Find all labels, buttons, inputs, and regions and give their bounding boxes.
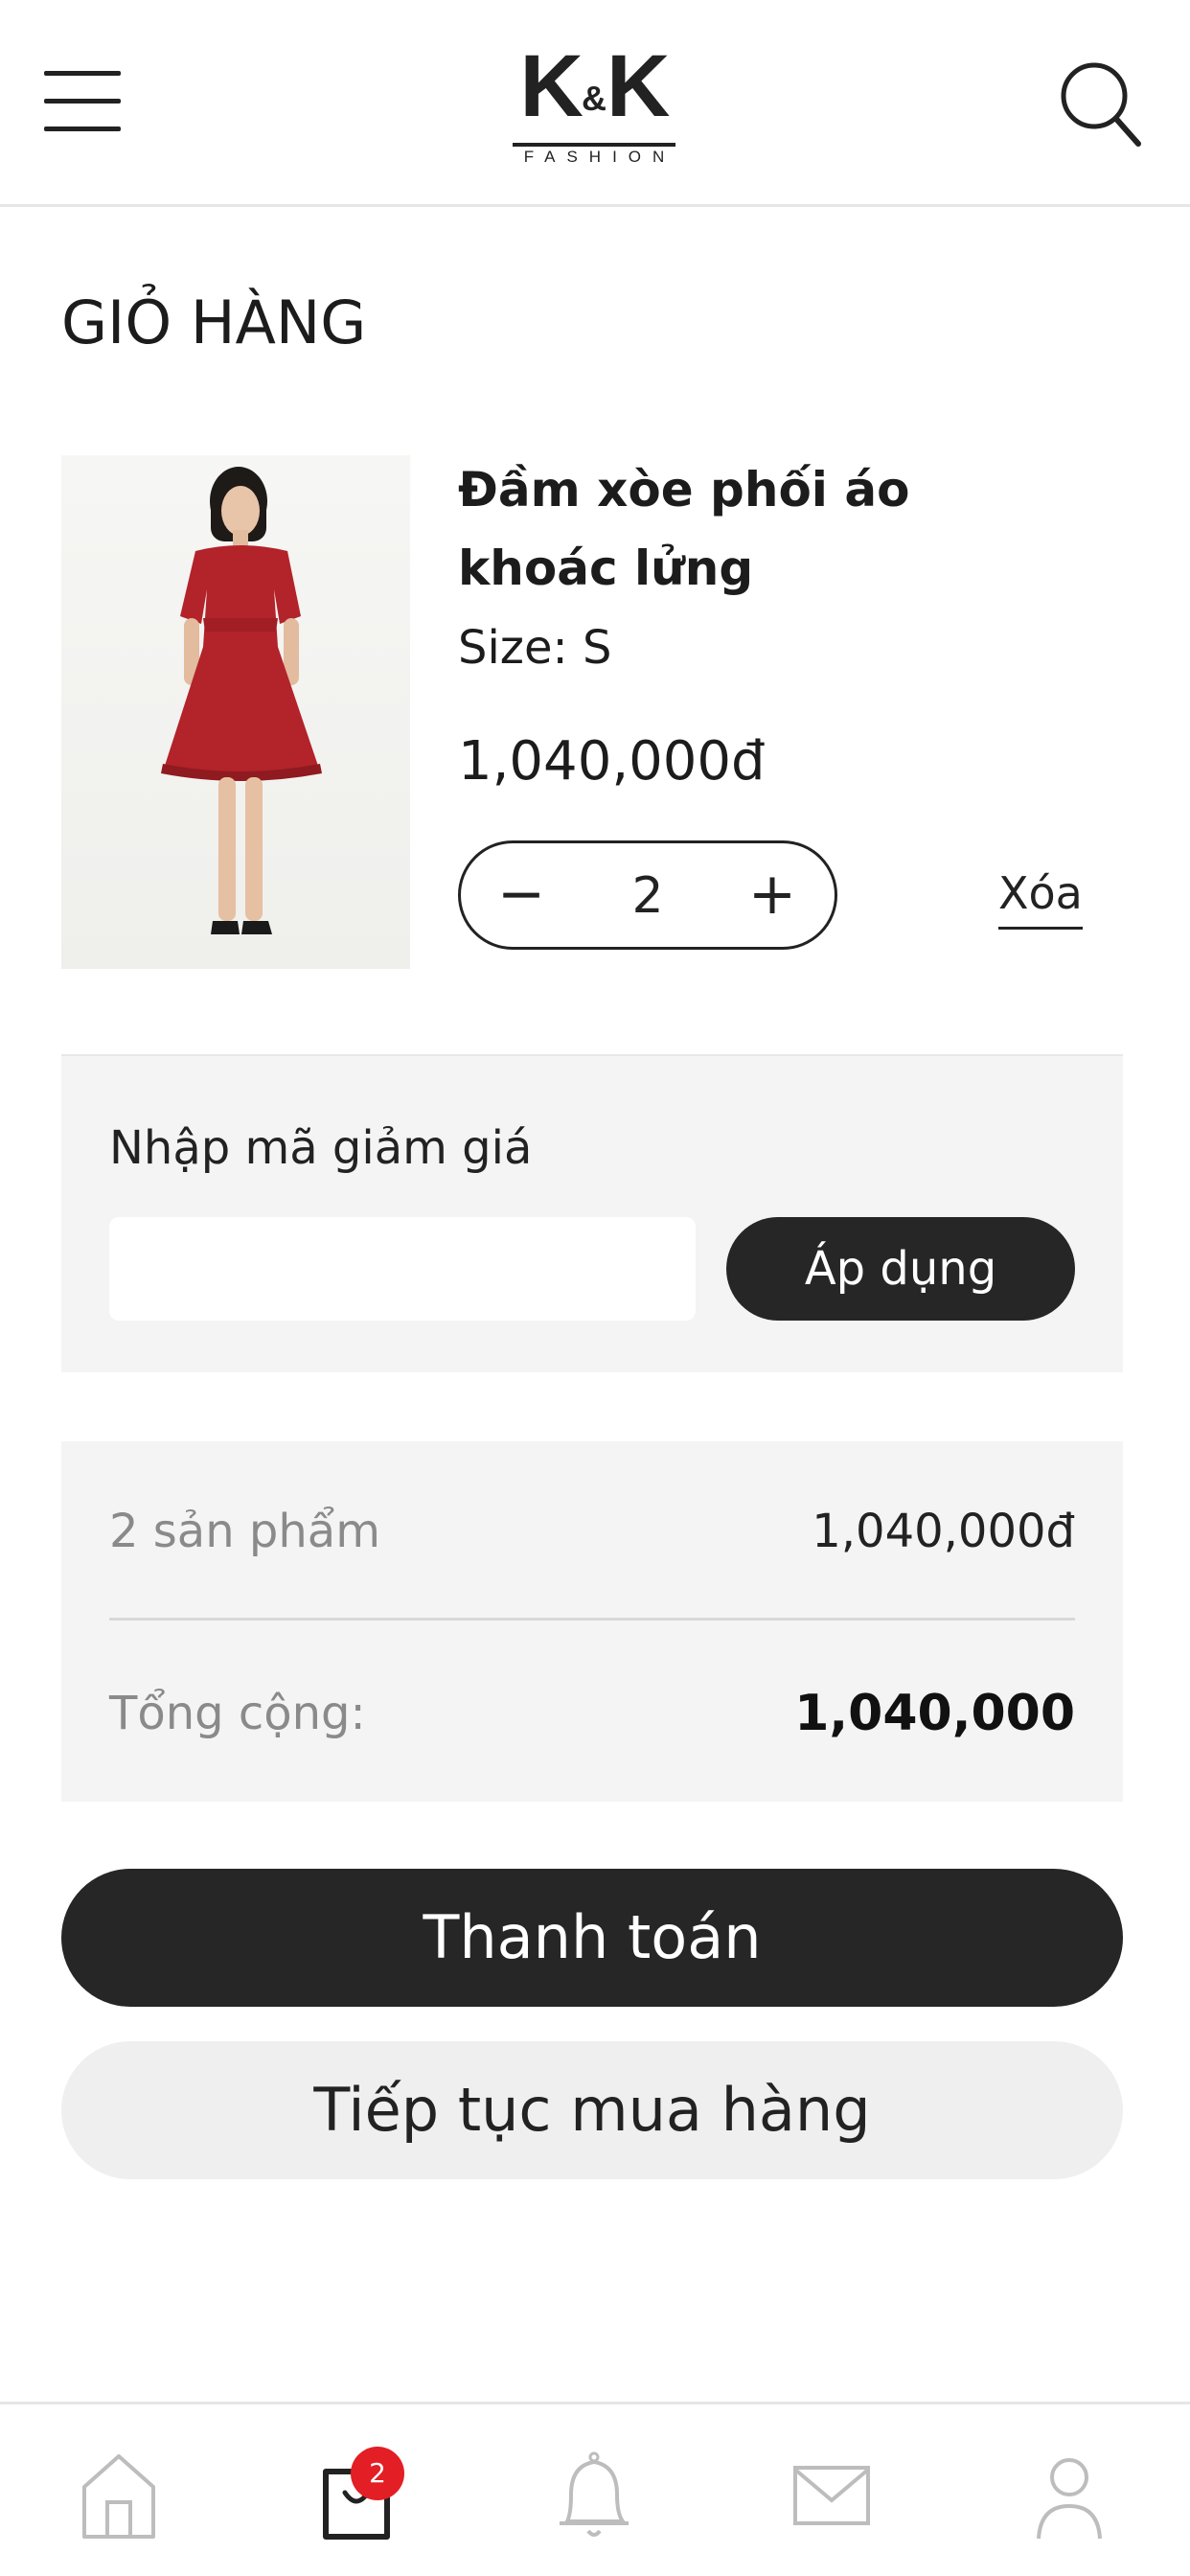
app-header: K&K FASHION [0, 0, 1190, 207]
page-title: GIỎ HÀNG [61, 288, 367, 357]
product-price: 1,040,000đ [458, 730, 766, 793]
brand-logo[interactable]: K&K FASHION [508, 37, 680, 166]
logo-wordmark: K&K [519, 37, 671, 135]
product-size: Size: S [458, 621, 612, 675]
total-label: Tổng cộng: [109, 1687, 366, 1740]
total-value: 1,040,000 [794, 1685, 1075, 1742]
menu-line [44, 71, 121, 76]
checkout-button[interactable]: Thanh toán [61, 1869, 1123, 2007]
coupon-code-input[interactable] [109, 1217, 696, 1321]
menu-line [44, 126, 121, 131]
hamburger-menu-icon[interactable] [44, 71, 123, 132]
bottom-navigation: 2 [0, 2402, 1190, 2576]
coupon-label: Nhập mã giảm giá [109, 1121, 533, 1175]
mail-icon[interactable] [784, 2443, 880, 2548]
summary-divider [109, 1618, 1075, 1621]
cart-count-badge: 2 [351, 2447, 404, 2500]
quantity-value[interactable]: 2 [595, 864, 700, 928]
item-count-label: 2 sản phẩm [109, 1505, 380, 1558]
product-image[interactable] [61, 455, 410, 969]
remove-item-link[interactable]: Xóa [998, 867, 1083, 930]
menu-line [44, 99, 121, 104]
user-icon[interactable] [1021, 2443, 1117, 2548]
subtotal-value: 1,040,000đ [812, 1505, 1075, 1558]
increase-quantity-button[interactable]: + [739, 864, 806, 928]
order-summary: 2 sản phẩm 1,040,000đ Tổng cộng: 1,040,0… [61, 1441, 1123, 1802]
coupon-panel: Nhập mã giảm giá Áp dụng [61, 1054, 1123, 1372]
product-name[interactable]: Đầm xòe phối áo khoác lửng [458, 450, 1052, 608]
home-icon[interactable] [71, 2443, 167, 2548]
search-icon[interactable] [1060, 58, 1142, 150]
apply-coupon-button[interactable]: Áp dụng [726, 1217, 1075, 1321]
continue-shopping-button[interactable]: Tiếp tục mua hàng [61, 2041, 1123, 2179]
bell-icon[interactable] [546, 2443, 642, 2548]
decrease-quantity-button[interactable]: − [488, 864, 555, 928]
quantity-stepper: − 2 + [458, 840, 837, 950]
logo-subtitle: FASHION [512, 143, 676, 168]
